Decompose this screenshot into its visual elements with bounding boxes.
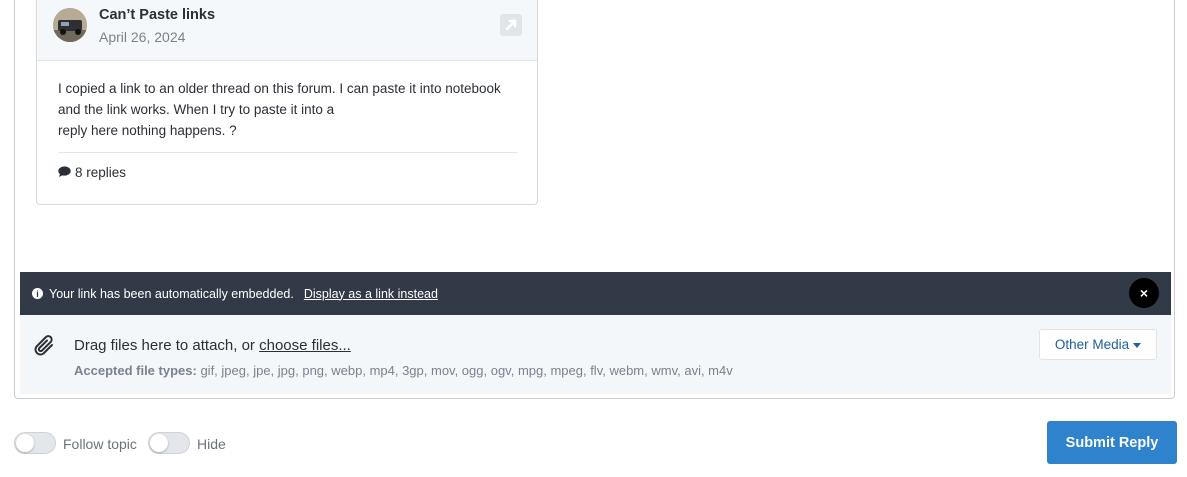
embedded-topic-card[interactable]: Can’t Paste links April 26, 2024 I copie… xyxy=(36,0,538,205)
user-avatar[interactable] xyxy=(53,8,87,42)
hide-label: Hide xyxy=(197,436,226,452)
caret-down-icon xyxy=(1133,342,1142,348)
embed-body-line: reply here nothing happens. ? xyxy=(58,123,237,138)
accepted-types-label: Accepted file types: xyxy=(74,363,197,378)
toggle-knob xyxy=(150,434,168,452)
embed-body: I copied a link to an older thread on th… xyxy=(58,78,518,141)
drag-drop-text: Drag files here to attach, or choose fil… xyxy=(74,337,351,354)
hide-toggle[interactable] xyxy=(148,432,190,454)
close-icon[interactable]: × xyxy=(1129,278,1159,308)
drag-drop-label: Drag files here to attach, or xyxy=(74,337,255,354)
attachment-dropzone[interactable]: Drag files here to attach, or choose fil… xyxy=(20,315,1171,394)
external-link-icon[interactable] xyxy=(500,14,522,36)
choose-files-link[interactable]: choose files... xyxy=(259,337,351,354)
replies-label: 8 replies xyxy=(75,165,127,180)
comment-icon xyxy=(58,165,71,180)
embed-title[interactable]: Can’t Paste links xyxy=(99,7,215,23)
divider xyxy=(58,152,517,153)
accepted-file-types: Accepted file types: gif, jpeg, jpe, jpg… xyxy=(74,363,733,378)
embed-notice-bar: i Your link has been automatically embed… xyxy=(20,272,1171,315)
toggle-knob xyxy=(16,434,34,452)
follow-topic-label: Follow topic xyxy=(63,436,137,452)
paperclip-icon xyxy=(32,331,60,364)
info-icon: i xyxy=(32,288,43,299)
replies-count: 8 replies xyxy=(58,165,126,180)
notice-text: Your link has been automatically embedde… xyxy=(49,286,294,301)
other-media-dropdown[interactable]: Other Media xyxy=(1039,329,1157,360)
accepted-types-list: gif, jpeg, jpe, jpg, png, webp, mp4, 3gp… xyxy=(200,363,733,378)
embed-body-line: I copied a link to an older thread on th… xyxy=(58,81,501,96)
embed-header: Can’t Paste links April 26, 2024 xyxy=(37,0,537,61)
display-as-link-button[interactable]: Display as a link instead xyxy=(304,287,438,301)
other-media-label: Other Media xyxy=(1054,337,1130,352)
embed-body-line: and the link works. When I try to paste … xyxy=(58,102,335,117)
embed-date: April 26, 2024 xyxy=(99,29,186,45)
follow-topic-toggle[interactable] xyxy=(14,432,56,454)
submit-reply-button[interactable]: Submit Reply xyxy=(1047,421,1177,464)
